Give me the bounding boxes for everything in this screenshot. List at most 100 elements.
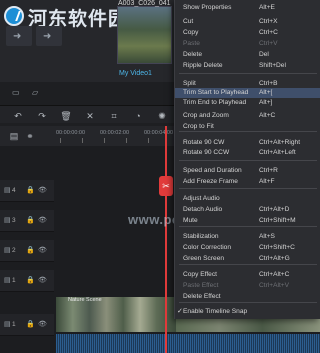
track-header: ▤ 1 🔒 👁	[0, 314, 54, 336]
lock-icon[interactable]: 🔒	[26, 186, 35, 194]
menu-item-shortcut: Ctrl+C	[259, 29, 278, 36]
menu-item-label: Crop and Zoom	[183, 112, 229, 119]
menu-item-label: Trim Start to Playhead	[183, 89, 249, 96]
arrow-icon: ➜	[43, 31, 52, 42]
track-type-icon: ▤	[4, 217, 11, 224]
check-icon: ✓	[177, 308, 183, 315]
menu-item-shortcut: Del	[259, 51, 269, 58]
menu-item-label: Paste Effect	[183, 282, 219, 289]
menu-item-label: Ripple Delete	[183, 62, 223, 69]
menu-item-mute[interactable]: Mute Ctrl+Shift+M	[175, 216, 320, 226]
cut-icon[interactable]: ✕	[84, 110, 96, 122]
playhead-line[interactable]	[165, 126, 167, 353]
menu-item-label: Enable Timeline Snap	[183, 308, 248, 315]
ruler-time-label: 00:00:02:00	[100, 130, 130, 136]
menu-item-stabilization[interactable]: Stabilization Alt+S	[175, 232, 320, 242]
menu-item-paste[interactable]: Paste Ctrl+V	[175, 39, 320, 49]
record-folder-tile[interactable]: ➜	[36, 26, 62, 46]
redo-icon[interactable]: ↷	[36, 110, 48, 122]
clip-title[interactable]: My Video1	[119, 70, 152, 77]
menu-item-ripple-delete[interactable]: Ripple Delete Shift+Del	[175, 61, 320, 71]
menu-item-green-screen[interactable]: Green Screen Ctrl+Alt+G	[175, 254, 320, 264]
delete-icon[interactable]: 🗑	[60, 110, 72, 122]
ruler-tick	[60, 138, 61, 143]
track-number: 3	[12, 217, 16, 224]
menu-item-label: Paste	[183, 40, 200, 47]
menu-item-cut[interactable]: Cut Ctrl+X	[175, 17, 320, 27]
menu-item-label: Crop to Fit	[183, 123, 214, 130]
media-clip-thumbnail[interactable]	[117, 6, 172, 64]
lock-icon[interactable]: 🔒	[26, 246, 35, 254]
menu-item-trim-start-to-playhead[interactable]: Trim Start to Playhead Alt+[	[175, 88, 320, 98]
menu-item-shortcut: Ctrl+Alt+V	[259, 282, 290, 289]
track-header: ▤ 2 🔒 👁	[0, 240, 54, 262]
menu-item-color-correction[interactable]: Color Correction Ctrl+Shift+C	[175, 243, 320, 253]
import-folder-tile[interactable]: ➜	[6, 26, 32, 46]
menu-item-enable-timeline-snap[interactable]: ✓ Enable Timeline Snap	[175, 307, 320, 317]
menu-item-label: Split	[183, 80, 196, 87]
open-folder-icon[interactable]: ▱	[32, 88, 44, 98]
menu-item-trim-end-to-playhead[interactable]: Trim End to Playhead Alt+]	[175, 98, 320, 108]
track-type-icon: ▤	[4, 277, 11, 284]
menu-item-shortcut: Shift+Del	[259, 62, 286, 69]
eye-icon[interactable]: 👁	[38, 186, 47, 194]
menu-item-shortcut: Ctrl+Alt+Left	[259, 149, 296, 156]
video-clip-label: Nature Scene	[68, 297, 102, 303]
menu-item-copy-effect[interactable]: Copy Effect Ctrl+Alt+C	[175, 270, 320, 280]
link-icon[interactable]: ⚭	[24, 130, 36, 142]
track-number: 1	[12, 321, 16, 328]
crop-icon[interactable]: ⌗	[108, 110, 120, 122]
menu-separator	[179, 226, 317, 227]
speed-icon[interactable]: ◔	[132, 110, 144, 122]
menu-item-adjust-audio[interactable]: Adjust Audio	[175, 194, 320, 204]
lock-icon[interactable]: 🔒	[26, 320, 35, 328]
clip-filename: A003_C026_041	[118, 0, 171, 7]
track-type-icon: ▤	[4, 321, 11, 328]
menu-item-show-properties[interactable]: Show Properties Alt+E	[175, 3, 320, 13]
menu-item-label: Green Screen	[183, 255, 225, 262]
menu-item-shortcut: Ctrl+Alt+G	[259, 255, 290, 262]
menu-separator	[179, 160, 317, 161]
menu-item-add-freeze-frame[interactable]: Add Freeze Frame Alt+F	[175, 177, 320, 187]
ruler-tick	[82, 138, 83, 143]
playhead-scissors-icon[interactable]: ✂	[159, 176, 173, 196]
add-track-icon[interactable]: ▤	[8, 130, 20, 142]
menu-item-shortcut: Ctrl+X	[259, 18, 278, 25]
menu-item-rotate-90-ccw[interactable]: Rotate 90 CCW Ctrl+Alt+Left	[175, 148, 320, 158]
menu-item-label: Copy	[183, 29, 199, 36]
menu-item-label: Delete	[183, 51, 203, 58]
menu-item-shortcut: Ctrl+Shift+M	[259, 217, 296, 224]
track-type-icon: ▤	[4, 247, 11, 254]
menu-item-label: Speed and Duration	[183, 167, 242, 174]
ruler-tick	[148, 138, 149, 143]
menu-item-rotate-90-cw[interactable]: Rotate 90 CW Ctrl+Alt+Right	[175, 138, 320, 148]
menu-item-shortcut: Ctrl+R	[259, 167, 278, 174]
menu-item-label: Rotate 90 CW	[183, 139, 225, 146]
ruler-tick	[104, 138, 105, 143]
menu-item-delete-effect[interactable]: Delete Effect	[175, 292, 320, 302]
lock-icon[interactable]: 🔒	[26, 216, 35, 224]
menu-item-delete[interactable]: Delete Del	[175, 50, 320, 60]
lock-icon[interactable]: 🔒	[26, 276, 35, 284]
track-header: ▤ 1 🔒 👁	[0, 270, 54, 292]
menu-item-shortcut: Ctrl+B	[259, 80, 278, 87]
menu-item-label: Trim End to Playhead	[183, 99, 247, 106]
menu-item-shortcut: Ctrl+V	[259, 40, 278, 47]
undo-icon[interactable]: ↶	[12, 110, 24, 122]
eye-icon[interactable]: 👁	[38, 216, 47, 224]
ruler-tick	[126, 138, 127, 143]
menu-item-detach-audio[interactable]: Detach Audio Ctrl+Alt+D	[175, 205, 320, 215]
new-folder-icon[interactable]: ▭	[12, 88, 24, 98]
eye-icon[interactable]: 👁	[38, 246, 47, 254]
color-icon[interactable]: ✺	[156, 110, 168, 122]
eye-icon[interactable]: 👁	[38, 276, 47, 284]
menu-item-copy[interactable]: Copy Ctrl+C	[175, 28, 320, 38]
eye-icon[interactable]: 👁	[38, 320, 47, 328]
audio-waveform[interactable]	[56, 334, 320, 353]
menu-item-shortcut: Alt+[	[259, 89, 273, 96]
menu-item-crop-and-zoom[interactable]: Crop and Zoom Alt+C	[175, 111, 320, 121]
menu-item-paste-effect[interactable]: Paste Effect Ctrl+Alt+V	[175, 281, 320, 291]
menu-item-label: Cut	[183, 18, 194, 25]
menu-item-speed-and-duration[interactable]: Speed and Duration Ctrl+R	[175, 166, 320, 176]
menu-item-shortcut: Alt+S	[259, 233, 275, 240]
